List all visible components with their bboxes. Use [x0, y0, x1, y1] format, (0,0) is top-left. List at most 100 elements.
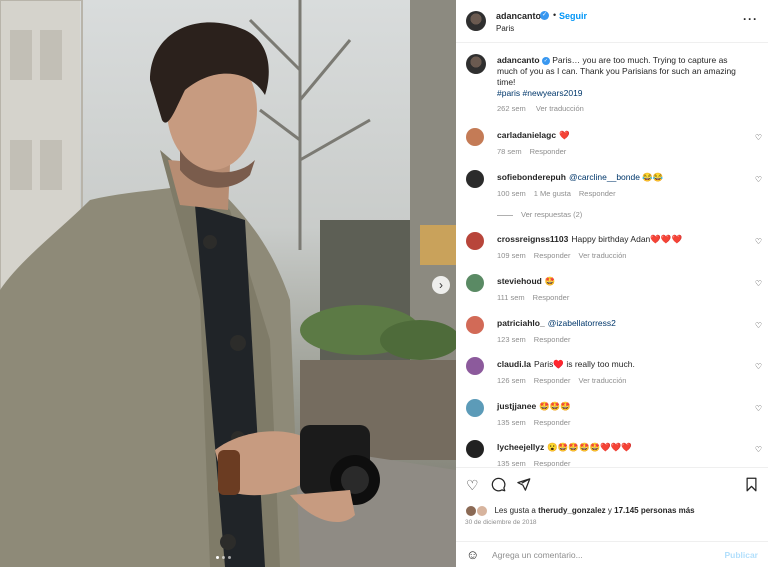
comment-mention[interactable]: @carcline__bonde [569, 172, 640, 182]
comment-meta: 100 sem 1 Me gusta Responder [497, 189, 624, 198]
comment-text: 😮🤩🤩🤩🤩❤️❤️❤️ [547, 442, 632, 452]
translate-link[interactable]: Ver traducción [578, 251, 626, 260]
comment-meta: 78 sem Responder [497, 147, 574, 156]
like-comment-heart-icon[interactable]: ♡ [755, 237, 762, 246]
avatar[interactable] [466, 440, 484, 458]
comment-icon[interactable] [491, 477, 506, 495]
like-comment-heart-icon[interactable]: ♡ [755, 445, 762, 454]
avatar[interactable] [466, 399, 484, 417]
verified-badge-icon: ✓ [540, 11, 549, 20]
comment-username[interactable]: steviehoud [497, 276, 542, 286]
avatar[interactable] [466, 170, 484, 188]
like-comment-heart-icon[interactable]: ♡ [755, 133, 762, 142]
caption-hashtags[interactable]: #paris #newyears2019 [497, 88, 583, 98]
follow-button[interactable]: Seguir [559, 11, 587, 21]
comment-username[interactable]: sofiebonderepuh [497, 172, 566, 182]
liker-avatar [476, 505, 489, 517]
next-photo-button[interactable]: › [432, 276, 450, 294]
avatar[interactable] [466, 357, 484, 375]
view-replies-label[interactable]: Ver respuestas (2) [521, 210, 582, 219]
carousel-dot [222, 556, 225, 559]
comment-line: crossreignss1103 Happy birthday Adan❤️❤️❤… [497, 234, 682, 245]
comment-time: 123 sem [497, 335, 526, 344]
reply-button[interactable]: Responder [579, 189, 616, 198]
reply-button[interactable]: Responder [534, 251, 571, 260]
comment-icon-svg [491, 477, 506, 492]
like-comment-heart-icon[interactable]: ♡ [755, 321, 762, 330]
comment-username[interactable]: patriciahlo_ [497, 318, 545, 328]
caption-meta: 262 sem Ver traducción [497, 104, 592, 113]
avatar[interactable] [466, 128, 484, 146]
comment-username[interactable]: justjjanee [497, 401, 536, 411]
comment-meta: 135 sem Responder [497, 418, 578, 427]
comment-username[interactable]: carladanielagc [497, 130, 556, 140]
reply-button[interactable]: Responder [530, 147, 567, 156]
reply-button[interactable]: Responder [534, 376, 571, 385]
bookmark-icon-svg [746, 477, 757, 492]
like-comment-heart-icon[interactable]: ♡ [755, 362, 762, 371]
caption-username[interactable]: adancanto [497, 55, 540, 65]
reply-button[interactable]: Responder [533, 293, 570, 302]
like-comment-heart-icon[interactable]: ♡ [755, 279, 762, 288]
comment-line: claudi.la Paris♥️ is really too much. [497, 359, 635, 370]
comment-row: crossreignss1103 Happy birthday Adan❤️❤️❤… [456, 232, 768, 272]
likes-summary[interactable]: Les gusta a therudy_gonzalez y 17.145 pe… [465, 505, 695, 517]
comment-mention[interactable]: @izabellatorress2 [548, 318, 616, 328]
comment-input[interactable] [490, 549, 714, 561]
likes-and: y [607, 506, 612, 516]
view-replies-link[interactable]: Ver respuestas (2) [497, 210, 582, 219]
comment-meta: 126 sem Responder Ver traducción [497, 376, 634, 385]
reply-button[interactable]: Responder [534, 418, 571, 427]
comment-row: justjjanee 🤩🤩🤩 135 sem Responder ♡ [456, 399, 768, 439]
comment-time: 111 sem [497, 293, 525, 302]
comment-row: steviehoud 🤩 111 sem Responder ♡ [456, 274, 768, 314]
avatar[interactable] [466, 11, 486, 31]
like-comment-heart-icon[interactable]: ♡ [755, 175, 762, 184]
emoji-icon[interactable]: ☺ [466, 547, 479, 562]
comment-time: 78 sem [497, 147, 522, 156]
comment-username[interactable]: claudi.la [497, 359, 531, 369]
comment-meta: 123 sem Responder [497, 335, 578, 344]
like-comment-heart-icon[interactable]: ♡ [755, 404, 762, 413]
post-location[interactable]: Paris [496, 24, 514, 33]
reply-button[interactable]: Responder [534, 335, 571, 344]
add-comment-bar: ☺ Publicar [456, 541, 768, 569]
caption-translate-link[interactable]: Ver traducción [536, 104, 584, 113]
heart-icon[interactable]: ♡ [466, 477, 479, 494]
likes-user[interactable]: therudy_gonzalez [538, 506, 606, 515]
post-photo[interactable]: › [0, 0, 456, 567]
comment-text: Paris♥️ is really too much. [534, 359, 635, 369]
bookmark-icon[interactable] [745, 477, 758, 495]
comment-time: 126 sem [497, 376, 526, 385]
post-date: 30 de diciembre de 2018 [465, 519, 537, 526]
comment-line: steviehoud 🤩 [497, 276, 555, 287]
comment-line: lycheejellyz 😮🤩🤩🤩🤩❤️❤️❤️ [497, 442, 632, 453]
likes-count[interactable]: 17.145 personas más [614, 506, 695, 515]
comment-line: patriciahlo_ @izabellatorress2 [497, 318, 616, 328]
comment-row: sofiebonderepuh @carcline__bonde 😂😂 100 se… [456, 170, 768, 210]
comment-row: patriciahlo_ @izabellatorress2 123 sem Res… [456, 316, 768, 356]
comment-username[interactable]: lycheejellyz [497, 442, 544, 452]
avatar[interactable] [466, 54, 486, 74]
avatar[interactable] [466, 316, 484, 334]
liker-avatar [465, 505, 477, 517]
comment-row: claudi.la Paris♥️ is really too much. 126 … [456, 357, 768, 397]
post-comment-button[interactable]: Publicar [724, 550, 758, 560]
more-options-icon[interactable]: ··· [743, 12, 758, 26]
avatar[interactable] [466, 274, 484, 292]
caption-text: adancanto ✓ Paris… you are too much. Try… [497, 55, 747, 99]
separator-dot: • [553, 10, 557, 20]
comment-username[interactable]: crossreignss1103 [497, 234, 568, 244]
comment-likes[interactable]: 1 Me gusta [534, 189, 571, 198]
comment-time: 109 sem [497, 251, 526, 260]
post-username[interactable]: adancanto [496, 11, 541, 21]
avatar[interactable] [466, 232, 484, 250]
comment-text: Happy birthday Adan❤️❤️❤️ [571, 234, 683, 244]
post-sidebar: adancanto ✓ • Seguir Paris ··· adancanto… [456, 0, 768, 567]
share-icon[interactable] [516, 477, 531, 495]
translate-link[interactable]: Ver traducción [578, 376, 626, 385]
comment-line: carladanielagc ❤️ [497, 130, 570, 141]
carousel-dot [216, 556, 219, 559]
comment-line: justjjanee 🤩🤩🤩 [497, 401, 571, 412]
photo-illustration [0, 0, 456, 567]
